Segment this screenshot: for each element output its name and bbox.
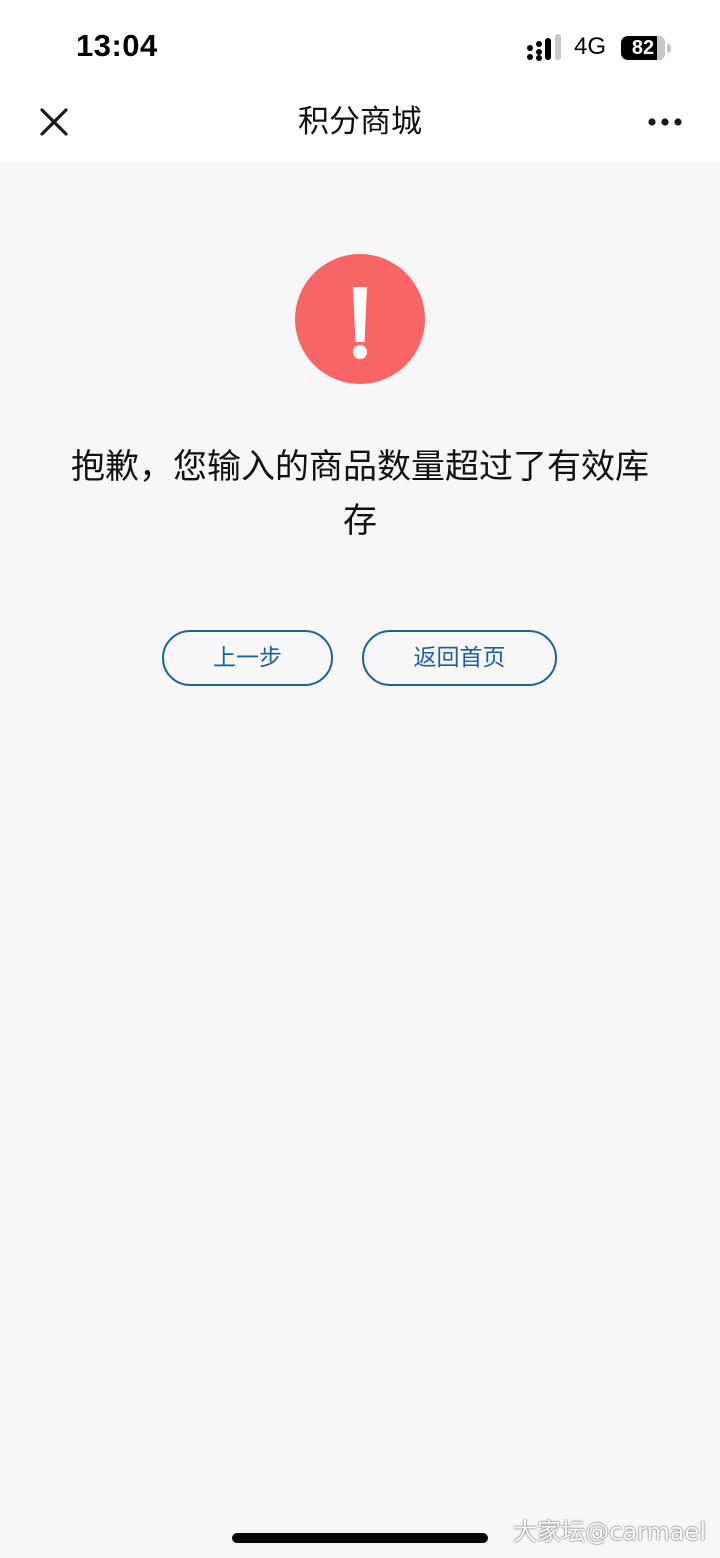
status-time: 13:04 bbox=[76, 28, 158, 63]
navigation-bar: 积分商城 bbox=[0, 84, 720, 162]
return-home-button[interactable]: 返回首页 bbox=[362, 630, 557, 686]
home-indicator[interactable] bbox=[232, 1533, 488, 1543]
watermark: 大家坛@carmael bbox=[513, 1518, 706, 1546]
page-title: 积分商城 bbox=[298, 104, 422, 140]
more-dots-icon[interactable] bbox=[644, 110, 686, 134]
close-icon[interactable] bbox=[34, 102, 74, 142]
battery-level: 82 bbox=[631, 37, 655, 59]
previous-step-button[interactable]: 上一步 bbox=[162, 630, 333, 686]
error-message: 抱歉，您输入的商品数量超过了有效库存 bbox=[71, 447, 649, 541]
exclamation-circle-icon bbox=[295, 254, 425, 384]
network-type: 4G bbox=[574, 33, 607, 60]
battery-cap bbox=[667, 44, 671, 53]
battery-icon: 82 bbox=[621, 36, 673, 60]
status-bar: 13:04 4G 82 bbox=[0, 0, 720, 84]
cellular-signal-icon bbox=[527, 34, 561, 61]
